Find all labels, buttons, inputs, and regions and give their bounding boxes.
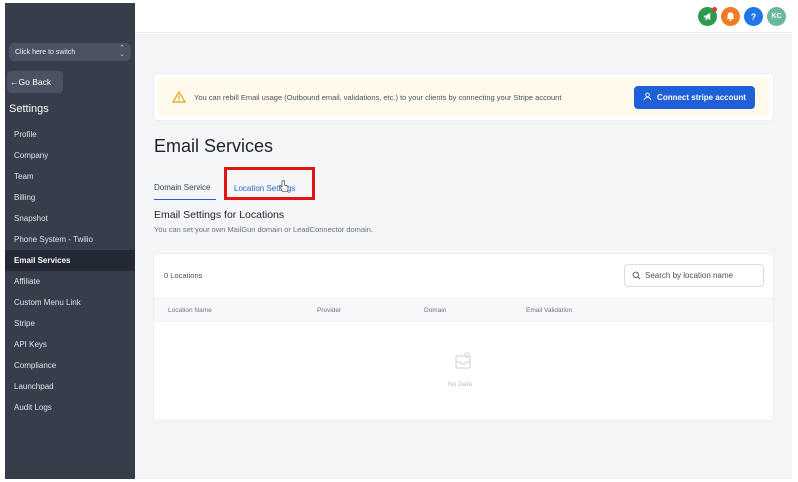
top-bar: ? KC	[135, 3, 792, 33]
search-input[interactable]: Search by location name	[624, 264, 764, 287]
bell-icon[interactable]	[721, 7, 740, 26]
help-icon[interactable]: ?	[744, 7, 763, 26]
search-placeholder: Search by location name	[645, 271, 734, 280]
user-icon	[643, 92, 652, 103]
account-switcher[interactable]: Click here to switch ⌃ ⌄	[9, 43, 131, 61]
empty-state-text: No Data	[448, 381, 472, 388]
sidebar: Click here to switch ⌃ ⌄ ← Go Back Settin…	[5, 3, 135, 479]
locations-card: 0 Locations Search by location name Loca…	[154, 254, 773, 420]
updown-chevron-icon: ⌃ ⌄	[119, 45, 125, 58]
sidebar-item-company[interactable]: Company	[5, 145, 135, 166]
sidebar-item-compliance[interactable]: Compliance	[5, 355, 135, 376]
hand-cursor-icon	[279, 179, 289, 192]
go-back-button[interactable]: ← Go Back	[7, 71, 63, 93]
settings-heading: Settings	[9, 103, 49, 115]
account-switcher-label: Click here to switch	[15, 48, 76, 56]
megaphone-icon[interactable]	[698, 7, 717, 26]
avatar-initials: KC	[771, 13, 782, 20]
help-glyph: ?	[750, 11, 757, 22]
sidebar-item-profile[interactable]: Profile	[5, 124, 135, 145]
sidebar-item-launchpad[interactable]: Launchpad	[5, 376, 135, 397]
banner-message: You can rebill Email usage (Outbound ema…	[194, 92, 562, 102]
table-header: Location Name Provider Domain Email Vali…	[154, 298, 773, 322]
section-subtitle: You can set your own MailGun domain or L…	[154, 225, 374, 234]
column-provider[interactable]: Provider	[317, 307, 341, 314]
sidebar-item-snapshot[interactable]: Snapshot	[5, 208, 135, 229]
column-location-name[interactable]: Location Name	[168, 307, 212, 314]
warning-icon	[171, 90, 187, 104]
avatar[interactable]: KC	[767, 7, 786, 26]
page-title: Email Services	[154, 136, 274, 156]
stripe-banner-inner: You can rebill Email usage (Outbound ema…	[158, 78, 769, 116]
sidebar-item-phone-system[interactable]: Phone System - Twilio	[5, 229, 135, 250]
notification-dot	[712, 7, 717, 12]
connect-stripe-button[interactable]: Connect stripe account	[634, 86, 755, 109]
search-icon	[632, 267, 641, 285]
sidebar-item-team[interactable]: Team	[5, 166, 135, 187]
sidebar-item-billing[interactable]: Billing	[5, 187, 135, 208]
app-window: Click here to switch ⌃ ⌄ ← Go Back Settin…	[0, 0, 798, 482]
column-email-validation[interactable]: Email Validation	[526, 307, 572, 314]
highlight-box	[224, 167, 315, 200]
stripe-banner: You can rebill Email usage (Outbound ema…	[154, 74, 773, 120]
connect-stripe-label: Connect stripe account	[657, 93, 746, 102]
go-back-label: Go Back	[18, 77, 52, 87]
sidebar-item-affiliate[interactable]: Affiliate	[5, 271, 135, 292]
column-domain[interactable]: Domain	[424, 307, 446, 314]
tab-domain-service[interactable]: Domain Service	[154, 176, 216, 200]
empty-inbox-icon	[452, 350, 474, 372]
top-icons: ? KC	[698, 7, 786, 26]
locations-count: 0 Locations	[164, 271, 203, 280]
sidebar-item-audit-logs[interactable]: Audit Logs	[5, 397, 135, 418]
sidebar-item-custom-menu-link[interactable]: Custom Menu Link	[5, 292, 135, 313]
sidebar-item-api-keys[interactable]: API Keys	[5, 334, 135, 355]
settings-nav: Profile Company Team Billing Snapshot Ph…	[5, 124, 135, 418]
section-title: Email Settings for Locations	[154, 209, 285, 221]
arrow-left-icon: ←	[10, 77, 19, 87]
main-content: You can rebill Email usage (Outbound ema…	[135, 34, 792, 479]
sidebar-item-stripe[interactable]: Stripe	[5, 313, 135, 334]
sidebar-item-email-services[interactable]: Email Services	[5, 250, 135, 271]
